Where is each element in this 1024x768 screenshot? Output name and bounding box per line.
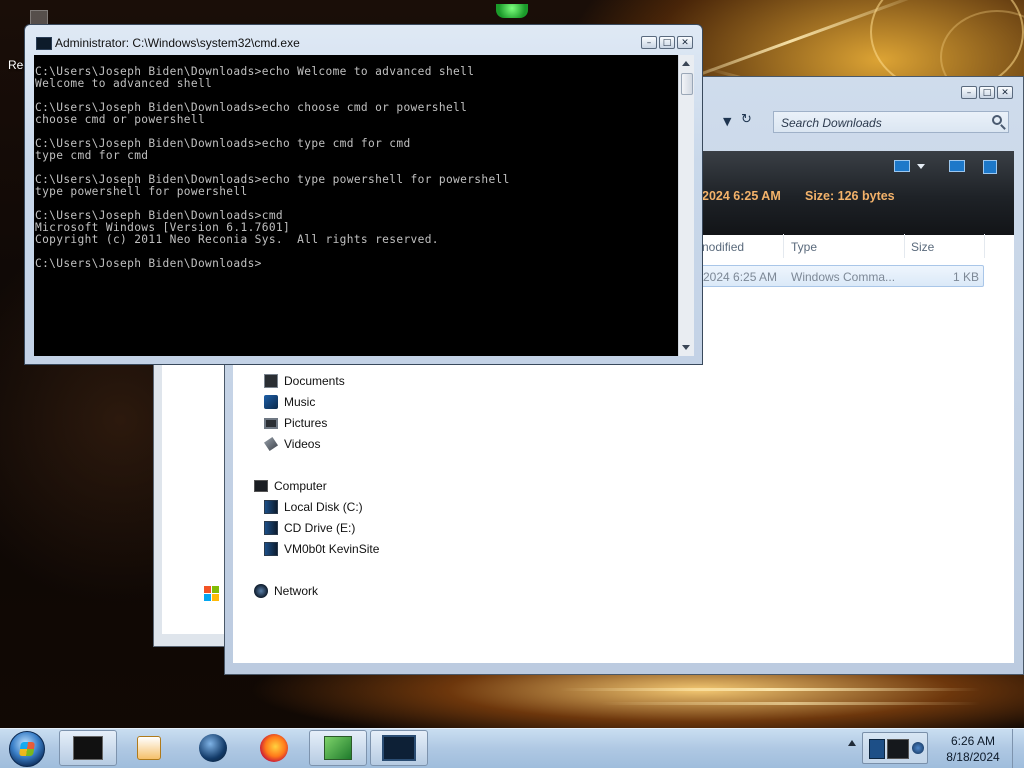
computer-icon xyxy=(254,480,268,492)
wallpaper-logo xyxy=(496,4,528,18)
minimize-button[interactable]: – xyxy=(641,36,657,49)
clock-time: 6:26 AM xyxy=(950,734,996,748)
taskbar-globe-button[interactable] xyxy=(184,730,242,766)
search-input[interactable] xyxy=(774,113,981,133)
taskbar-terminal-button[interactable] xyxy=(370,730,428,766)
taskbar-media-player-button[interactable] xyxy=(120,730,178,766)
show-desktop-button[interactable] xyxy=(1012,729,1024,768)
preview-pane-icon[interactable] xyxy=(949,160,965,172)
nav-documents[interactable]: Documents xyxy=(264,372,345,390)
taskbar-explorer-button[interactable] xyxy=(309,730,367,766)
scroll-thumb[interactable] xyxy=(681,73,693,95)
search-icon[interactable] xyxy=(992,115,1002,125)
media-player-icon xyxy=(137,736,161,760)
console-text: C:\Users\Joseph Biden\Downloads>echo Wel… xyxy=(35,65,510,270)
column-size[interactable]: Size xyxy=(911,240,934,254)
search-box[interactable] xyxy=(773,111,1009,133)
network-icon xyxy=(254,584,268,598)
taskbar-firefox-button[interactable] xyxy=(245,730,303,766)
view-mode-icon[interactable] xyxy=(894,160,910,172)
tray-expand-icon[interactable] xyxy=(848,740,856,746)
tray-volume-icon[interactable] xyxy=(912,742,924,754)
refresh-icon[interactable]: ↻ xyxy=(741,112,752,127)
system-tray[interactable] xyxy=(862,732,928,764)
windows-logo-icon xyxy=(204,586,219,601)
column-divider[interactable] xyxy=(783,234,784,258)
minimize-button[interactable]: – xyxy=(961,86,977,99)
maximize-button[interactable]: □ xyxy=(659,36,675,49)
terminal-app-icon xyxy=(382,735,416,761)
nav-vm-share[interactable]: VM0b0t KevinSite xyxy=(264,540,379,558)
tray-computer-icon[interactable] xyxy=(887,739,909,759)
cmd-window[interactable]: Administrator: C:\Windows\system32\cmd.e… xyxy=(24,24,703,365)
column-date-modified[interactable]: nodified xyxy=(702,240,744,254)
nav-videos[interactable]: Videos xyxy=(264,435,320,453)
cmd-app-icon xyxy=(73,736,103,760)
explorer-caption-buttons: – □ ✕ xyxy=(961,86,1013,99)
scroll-down-icon[interactable] xyxy=(682,345,690,350)
explorer-app-icon xyxy=(324,736,352,760)
nav-computer[interactable]: Computer xyxy=(254,477,327,495)
taskbar-cmd-button[interactable] xyxy=(59,730,117,766)
firefox-icon xyxy=(260,734,288,762)
help-icon[interactable] xyxy=(983,160,997,174)
videos-icon xyxy=(264,437,278,451)
cd-drive-icon xyxy=(264,521,278,535)
clock[interactable]: 6:26 AM 8/18/2024 xyxy=(938,733,1008,765)
cmd-caption-buttons: – □ ✕ xyxy=(641,36,693,49)
console-output[interactable]: C:\Users\Joseph Biden\Downloads>echo Wel… xyxy=(34,55,678,356)
column-divider[interactable] xyxy=(904,234,905,258)
nav-pictures[interactable]: Pictures xyxy=(264,414,327,432)
network-drive-icon xyxy=(264,542,278,556)
details-modified: 2024 6:25 AM xyxy=(702,189,781,203)
console-icon xyxy=(36,37,52,50)
local-disk-icon xyxy=(264,500,278,514)
file-row-selected[interactable]: 2024 6:25 AM Windows Comma... 1 KB xyxy=(700,265,984,287)
music-icon xyxy=(264,395,278,409)
pictures-icon xyxy=(264,417,278,429)
start-button[interactable] xyxy=(9,731,45,767)
scroll-up-icon[interactable] xyxy=(682,61,690,66)
cmd-window-title: Administrator: C:\Windows\system32\cmd.e… xyxy=(55,36,300,50)
close-button[interactable]: ✕ xyxy=(997,86,1013,99)
nav-cd-drive[interactable]: CD Drive (E:) xyxy=(264,519,355,537)
nav-network[interactable]: Network xyxy=(254,582,318,600)
details-size: Size: 126 bytes xyxy=(805,189,895,203)
documents-icon xyxy=(264,374,278,388)
nav-local-disk[interactable]: Local Disk (C:) xyxy=(264,498,363,516)
close-button[interactable]: ✕ xyxy=(677,36,693,49)
clock-date: 8/18/2024 xyxy=(946,750,1000,764)
file-modified: 2024 6:25 AM xyxy=(703,270,778,284)
nav-music[interactable]: Music xyxy=(264,393,315,411)
maximize-button[interactable]: □ xyxy=(979,86,995,99)
globe-icon xyxy=(199,734,227,762)
address-dropdown-icon[interactable]: ▼ xyxy=(723,115,731,128)
file-type: Windows Comma... xyxy=(791,270,896,284)
view-dropdown-icon[interactable] xyxy=(917,164,925,169)
tray-network-icon[interactable] xyxy=(869,739,885,759)
background-window[interactable] xyxy=(153,355,235,647)
console-scrollbar[interactable] xyxy=(678,55,694,356)
column-divider[interactable] xyxy=(984,234,985,258)
column-type[interactable]: Type xyxy=(791,240,817,254)
file-size: 1 KB xyxy=(953,270,980,284)
